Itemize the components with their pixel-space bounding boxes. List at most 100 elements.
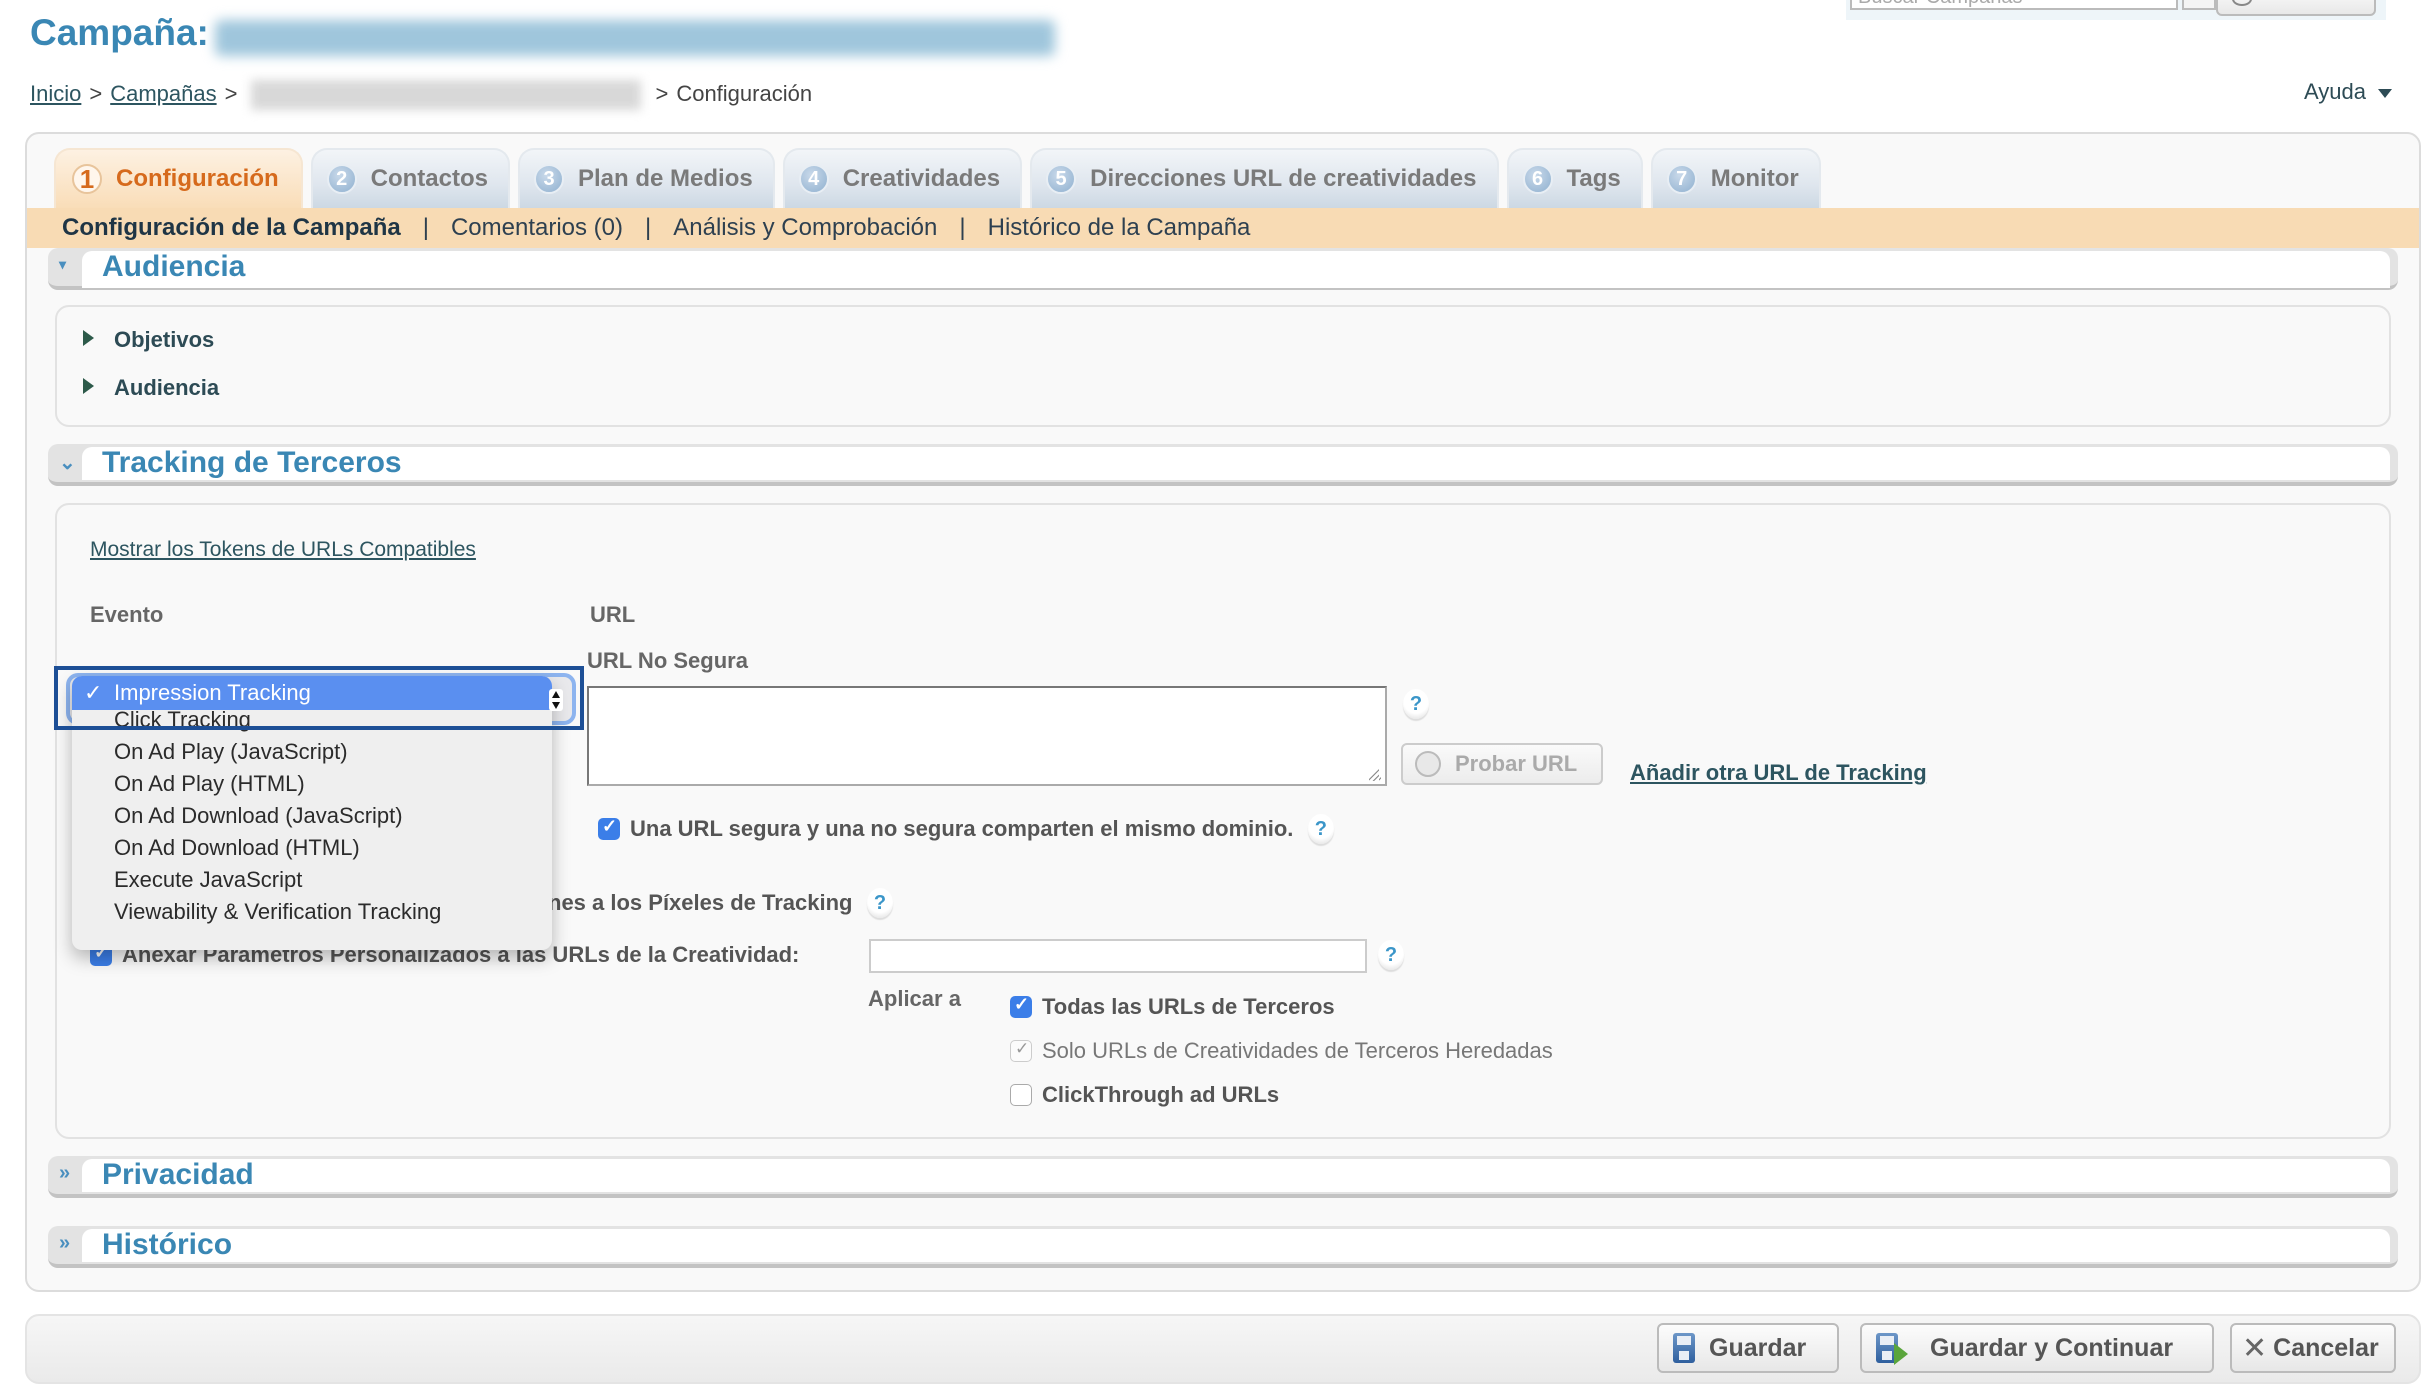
save-continue-button[interactable]: Guardar y Continuar (1860, 1323, 2214, 1373)
apply-option-all-third-party: Todas las URLs de Terceros (1010, 994, 1335, 1020)
tab-monitor[interactable]: 7 Monitor (1650, 148, 1821, 208)
page-title-label: Campaña: (30, 12, 209, 53)
apply-option-label: Todas las URLs de Terceros (1042, 994, 1335, 1019)
help-label: Ayuda (2304, 79, 2366, 104)
breadcrumb-separator: > (655, 80, 669, 106)
resize-grip-icon[interactable] (1369, 769, 1381, 781)
custom-params-input[interactable] (869, 939, 1367, 973)
help-icon[interactable]: ? (1307, 814, 1334, 844)
section-title: Audiencia (102, 250, 246, 283)
dropdown-option[interactable]: On Ad Play (JavaScript) (72, 736, 552, 768)
tree-item-objetivos[interactable]: Objetivos (83, 327, 214, 353)
same-domain-label: Una URL segura y una no segura comparten… (630, 816, 1294, 841)
section-audiencia-header[interactable]: ▾ Audiencia (48, 248, 2398, 290)
save-disk-icon (1673, 1333, 1695, 1363)
help-icon[interactable]: ? (866, 888, 893, 918)
subnav-separator: | (959, 214, 966, 241)
cancel-button[interactable]: ✕ Cancelar (2230, 1323, 2396, 1373)
apply-clickthrough-checkbox[interactable] (1010, 1084, 1032, 1106)
step-number-badge: 1 (72, 164, 102, 194)
test-url-label: Probar URL (1455, 751, 1578, 776)
breadcrumb-separator: > (89, 80, 103, 106)
subnav-historico-campana[interactable]: Histórico de la Campaña (988, 214, 1251, 242)
test-url-button[interactable]: Probar URL (1401, 743, 1603, 785)
same-domain-row: Una URL segura y una no segura comparten… (598, 814, 1334, 844)
apply-inherited-checkbox (1010, 1039, 1032, 1062)
pixels-option-row: nes a los Píxeles de Tracking ? (548, 888, 893, 918)
cancel-label: Cancelar (2273, 1333, 2379, 1362)
tab-plan-de-medios[interactable]: 3 Plan de Medios (518, 148, 775, 208)
apply-option-label: Solo URLs de Creatividades de Terceros H… (1042, 1038, 1553, 1063)
tab-contactos[interactable]: 2 Contactos (310, 148, 510, 208)
help-menu[interactable]: Ayuda (2304, 79, 2392, 105)
step-number-badge: 5 (1046, 164, 1077, 194)
step-number-badge: 2 (326, 164, 357, 194)
section-historico-header[interactable]: » Histórico (48, 1226, 2398, 1268)
apply-to-label: Aplicar a (868, 986, 961, 1011)
section-title: Histórico (102, 1228, 233, 1261)
search-dropdown-button[interactable] (2182, 0, 2216, 10)
breadcrumb-campaign-redacted[interactable] (251, 80, 642, 110)
tree-item-label: Objetivos (114, 327, 215, 352)
subnav-separator: | (422, 214, 429, 241)
section-privacidad-header[interactable]: » Privacidad (48, 1156, 2398, 1198)
subnav-configuracion-campana[interactable]: Configuración de la Campaña (62, 214, 401, 242)
subnav-comentarios[interactable]: Comentarios (0) (451, 214, 623, 242)
breadcrumb-campanas[interactable]: Campañas (110, 81, 216, 106)
caret-down-icon (2378, 88, 2392, 98)
page-title: Campaña: (30, 12, 209, 54)
tab-configuracion[interactable]: 1 Configuración (54, 148, 303, 208)
apply-option-label: ClickThrough ad URLs (1042, 1082, 1280, 1107)
subnav-analisis[interactable]: Análisis y Comprobación (673, 214, 937, 242)
section-audiencia-header-clip: ▾ Audiencia (48, 248, 2398, 290)
apply-all-checkbox[interactable] (1010, 994, 1032, 1018)
dropdown-option[interactable]: On Ad Download (JavaScript) (72, 800, 552, 832)
help-icon[interactable]: ? (1378, 940, 1404, 970)
url-insecure-label: URL No Segura (587, 648, 748, 673)
section-tracking-header[interactable]: ⌄ Tracking de Terceros (48, 444, 2398, 486)
add-tracking-url-link[interactable]: Añadir otra URL de Tracking (1630, 760, 1927, 786)
tab-label: Contactos (370, 165, 488, 192)
sub-navigation: Configuración de la Campaña | Comentario… (27, 208, 2419, 248)
step-number-badge: 3 (534, 164, 564, 194)
chevron-right-double-icon: » (59, 1232, 71, 1254)
save-button[interactable]: Guardar (1657, 1323, 1839, 1373)
dropdown-option[interactable]: Execute JavaScript (72, 864, 552, 896)
tab-direcciones-url[interactable]: 5 Direcciones URL de creatividades (1030, 148, 1499, 208)
tree-item-audiencia[interactable]: Audiencia (83, 375, 219, 401)
event-column-header: Evento (90, 602, 164, 627)
breadcrumb: Inicio > Campañas > > Configuración (30, 80, 812, 110)
step-number-badge: 6 (1522, 164, 1553, 194)
save-label: Guardar (1709, 1333, 1807, 1362)
expand-triangle-icon (83, 378, 94, 394)
dropdown-option[interactable]: On Ad Download (HTML) (72, 832, 552, 864)
arrow-right-icon (1894, 1343, 1908, 1365)
dropdown-option[interactable]: On Ad Play (HTML) (72, 768, 552, 800)
search-bar: Buscar Campañas (1846, 0, 2386, 20)
breadcrumb-separator: > (224, 80, 238, 106)
breadcrumb-current: Configuración (676, 80, 813, 106)
tab-label: Tags (1566, 165, 1621, 192)
section-title: Tracking de Terceros (102, 446, 402, 479)
focus-highlight (54, 666, 584, 730)
dropdown-option[interactable]: Viewability & Verification Tracking (72, 896, 552, 928)
show-url-tokens-link[interactable]: Mostrar los Tokens de URLs Compatibles (90, 538, 476, 562)
audiencia-content: Objetivos Audiencia (55, 305, 2391, 427)
search-input[interactable]: Buscar Campañas (1850, 0, 2178, 10)
url-insecure-textarea[interactable] (587, 686, 1387, 786)
chevron-down-icon: ▾ (59, 256, 67, 272)
breadcrumb-inicio[interactable]: Inicio (30, 81, 81, 106)
tab-tags[interactable]: 6 Tags (1506, 148, 1643, 208)
search-icon (2232, 0, 2252, 6)
close-icon: ✕ (2242, 1331, 2268, 1365)
tab-label: Creatividades (842, 165, 1001, 192)
section-title: Privacidad (102, 1158, 254, 1191)
help-icon[interactable]: ? (1403, 689, 1429, 719)
campaign-name-redacted (215, 20, 1055, 56)
same-domain-checkbox[interactable] (598, 816, 620, 840)
step-number-badge: 7 (1666, 164, 1697, 194)
search-button[interactable] (2216, 0, 2376, 16)
step-number-badge: 4 (798, 164, 829, 194)
tab-label: Configuración (116, 165, 279, 192)
tab-creatividades[interactable]: 4 Creatividades (782, 148, 1023, 208)
